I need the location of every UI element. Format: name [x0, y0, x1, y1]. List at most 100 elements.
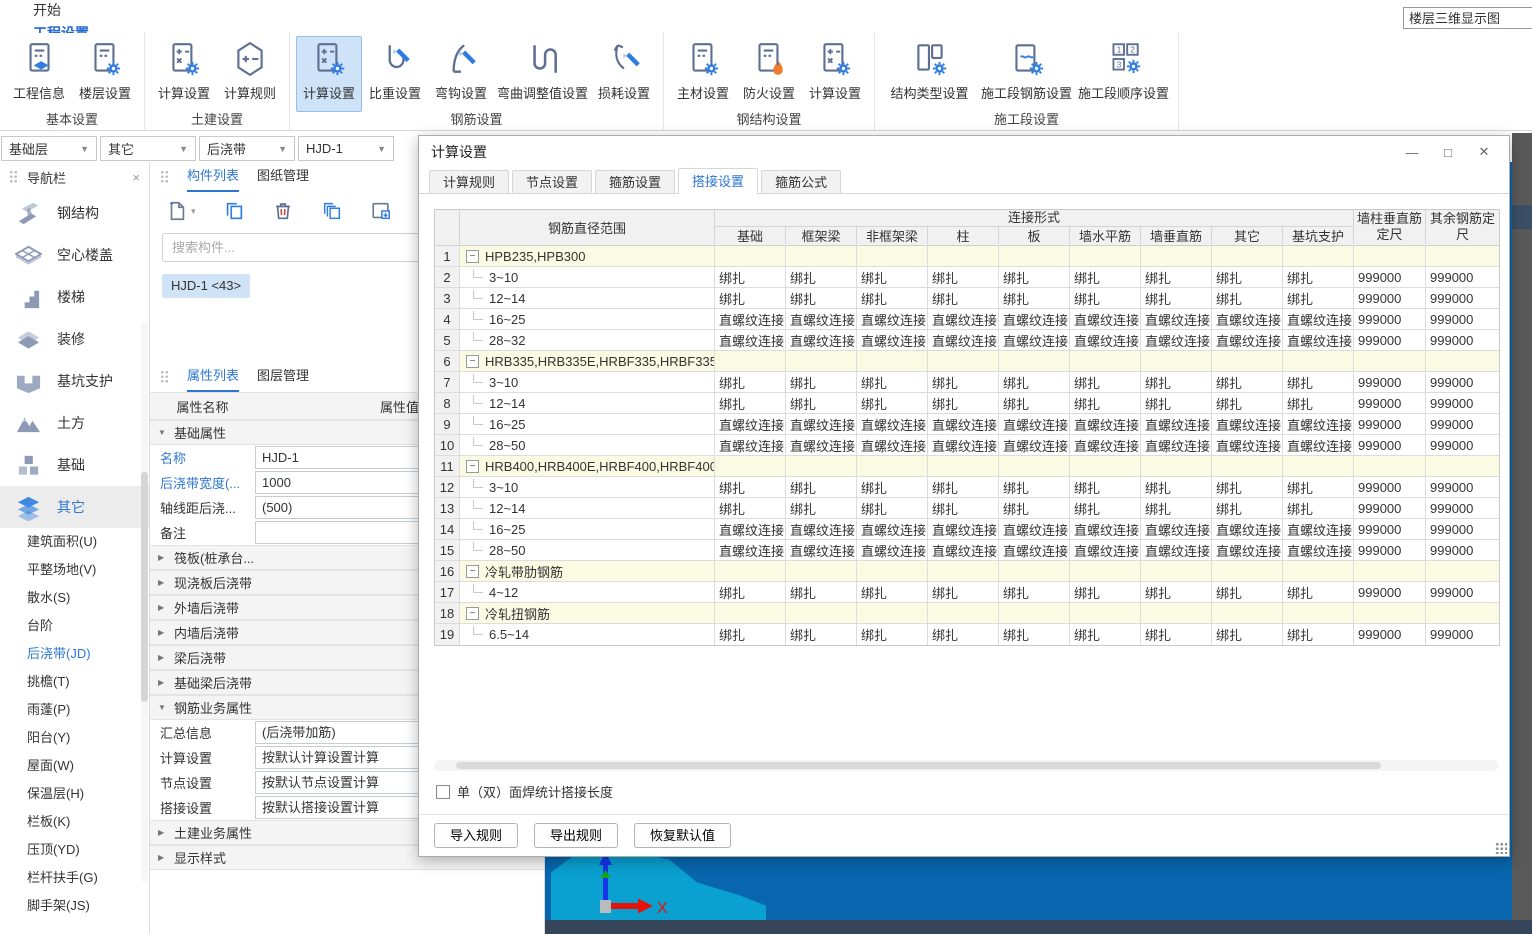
length-cell[interactable]: [1426, 351, 1499, 371]
table-row[interactable]: 10 − 28~50 直螺纹连接 直螺纹连接 直螺纹连接 直螺纹连接 直螺纹连接…: [435, 435, 1499, 456]
collapse-icon[interactable]: −: [466, 565, 479, 578]
dialog-tab[interactable]: 节点设置: [512, 170, 592, 194]
length-cell[interactable]: 999000: [1426, 519, 1499, 539]
connection-cell[interactable]: [999, 603, 1070, 623]
connection-cell[interactable]: 绑扎: [1283, 288, 1354, 308]
connection-cell[interactable]: 绑扎: [1212, 477, 1283, 497]
connection-cell[interactable]: [1212, 603, 1283, 623]
connection-cell[interactable]: 绑扎: [1141, 372, 1212, 392]
connection-cell[interactable]: [999, 351, 1070, 371]
connection-cell[interactable]: 直螺纹连接: [928, 435, 999, 455]
connection-cell[interactable]: 直螺纹连接: [928, 540, 999, 560]
connection-cell[interactable]: 直螺纹连接: [999, 435, 1070, 455]
collapse-icon[interactable]: −: [466, 607, 479, 620]
connection-cell[interactable]: [1070, 561, 1141, 581]
connection-cell[interactable]: 直螺纹连接: [1212, 330, 1283, 350]
length-cell[interactable]: 999000: [1426, 435, 1499, 455]
table-row[interactable]: 18 − 冷轧扭钢筋: [435, 603, 1499, 624]
connection-cell[interactable]: 绑扎: [857, 624, 928, 645]
component-selector[interactable]: HJD-1▼: [298, 136, 394, 161]
diameter-cell[interactable]: − 12~14: [460, 498, 715, 518]
connection-cell[interactable]: [1212, 351, 1283, 371]
connection-cell[interactable]: 绑扎: [1283, 267, 1354, 287]
sidebar-item[interactable]: 屋面(W): [0, 752, 149, 780]
length-cell[interactable]: [1426, 603, 1499, 623]
connection-cell[interactable]: 绑扎: [1212, 267, 1283, 287]
connection-cell[interactable]: [1070, 603, 1141, 623]
connection-cell[interactable]: 直螺纹连接: [1283, 330, 1354, 350]
dialog-tab[interactable]: 箍筋设置: [595, 170, 675, 194]
connection-cell[interactable]: 绑扎: [786, 288, 857, 308]
diameter-cell[interactable]: − 3~10: [460, 267, 715, 287]
table-row[interactable]: 2 − 3~10 绑扎 绑扎 绑扎 绑扎 绑扎 绑扎 绑扎 绑扎: [435, 267, 1499, 288]
connection-cell[interactable]: 绑扎: [786, 393, 857, 413]
dropdown-caret-icon[interactable]: ▾: [191, 206, 196, 217]
connection-cell[interactable]: 绑扎: [715, 267, 786, 287]
sidebar-category[interactable]: 基础: [0, 444, 149, 486]
connection-cell[interactable]: 绑扎: [1070, 288, 1141, 308]
ribbon-button[interactable]: 计算设置: [802, 36, 868, 112]
diameter-cell[interactable]: − HPB235,HPB300: [460, 246, 715, 266]
dialog-tab[interactable]: 搭接设置: [678, 168, 758, 194]
connection-cell[interactable]: [999, 246, 1070, 266]
connection-cell[interactable]: 绑扎: [786, 582, 857, 602]
length-cell[interactable]: 999000: [1354, 288, 1426, 308]
diameter-cell[interactable]: − 冷轧扭钢筋: [460, 603, 715, 623]
connection-cell[interactable]: [999, 456, 1070, 476]
diameter-cell[interactable]: − 3~10: [460, 372, 715, 392]
table-horizontal-scrollbar[interactable]: [434, 760, 1498, 771]
connection-cell[interactable]: 直螺纹连接: [715, 414, 786, 434]
connection-cell[interactable]: 直螺纹连接: [1070, 540, 1141, 560]
connection-cell[interactable]: [928, 246, 999, 266]
length-cell[interactable]: 999000: [1426, 477, 1499, 497]
connection-cell[interactable]: 绑扎: [1141, 393, 1212, 413]
expand-arrow-icon[interactable]: ▶: [158, 678, 168, 687]
close-icon[interactable]: ×: [132, 170, 140, 185]
connection-cell[interactable]: [857, 561, 928, 581]
connection-cell[interactable]: 直螺纹连接: [1283, 435, 1354, 455]
connection-cell[interactable]: 绑扎: [1212, 624, 1283, 645]
connection-cell[interactable]: 直螺纹连接: [715, 519, 786, 539]
delete-component-icon[interactable]: [272, 200, 294, 222]
length-cell[interactable]: 999000: [1426, 288, 1499, 308]
length-cell[interactable]: [1354, 246, 1426, 266]
connection-cell[interactable]: 直螺纹连接: [1141, 330, 1212, 350]
connection-cell[interactable]: 绑扎: [1070, 393, 1141, 413]
connection-cell[interactable]: [999, 561, 1070, 581]
connection-cell[interactable]: 绑扎: [857, 372, 928, 392]
table-row[interactable]: 19 − 6.5~14 绑扎 绑扎 绑扎 绑扎 绑扎 绑扎 绑扎 绑扎: [435, 624, 1499, 645]
sidebar-scrollbar-thumb[interactable]: [141, 472, 148, 702]
connection-cell[interactable]: 直螺纹连接: [928, 519, 999, 539]
right-scrollbar-thumb[interactable]: [1512, 205, 1532, 229]
floor-3d-display-selector[interactable]: 楼层三维显示图: [1403, 7, 1532, 29]
connection-cell[interactable]: 直螺纹连接: [1070, 330, 1141, 350]
connection-cell[interactable]: 绑扎: [1212, 288, 1283, 308]
store-archive-icon[interactable]: [370, 200, 392, 222]
sidebar-category[interactable]: 土方: [0, 402, 149, 444]
length-cell[interactable]: 999000: [1354, 498, 1426, 518]
expand-arrow-icon[interactable]: ▶: [158, 603, 168, 612]
length-cell[interactable]: 999000: [1426, 267, 1499, 287]
floor-selector[interactable]: 基础层▼: [1, 136, 97, 161]
connection-cell[interactable]: [928, 603, 999, 623]
diameter-cell[interactable]: − 16~25: [460, 309, 715, 329]
connection-cell[interactable]: [786, 456, 857, 476]
connection-cell[interactable]: 直螺纹连接: [999, 309, 1070, 329]
connection-cell[interactable]: 直螺纹连接: [1070, 309, 1141, 329]
connection-cell[interactable]: 直螺纹连接: [1070, 414, 1141, 434]
diameter-cell[interactable]: − 28~50: [460, 540, 715, 560]
expand-arrow-icon[interactable]: ▶: [158, 853, 168, 862]
connection-cell[interactable]: [1212, 456, 1283, 476]
sidebar-item[interactable]: 建筑面积(U): [0, 528, 149, 556]
import-rules-button[interactable]: 导入规则: [434, 823, 518, 848]
length-cell[interactable]: 999000: [1426, 624, 1499, 645]
diameter-cell[interactable]: − 3~10: [460, 477, 715, 497]
connection-cell[interactable]: 直螺纹连接: [1212, 540, 1283, 560]
connection-cell[interactable]: 绑扎: [715, 498, 786, 518]
connection-cell[interactable]: 直螺纹连接: [715, 330, 786, 350]
connection-cell[interactable]: 直螺纹连接: [1212, 309, 1283, 329]
ribbon-button[interactable]: 主材设置: [670, 36, 736, 112]
ribbon-button[interactable]: 结构类型设置: [881, 36, 978, 112]
diameter-cell[interactable]: − 16~25: [460, 519, 715, 539]
restore-defaults-button[interactable]: 恢复默认值: [634, 823, 731, 848]
